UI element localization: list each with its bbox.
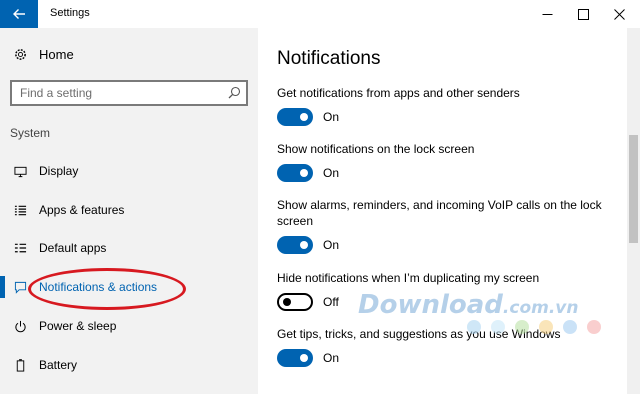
notification-icon — [13, 280, 27, 294]
battery-icon — [13, 358, 27, 372]
watermark-dots — [467, 320, 611, 334]
list-icon — [13, 203, 27, 217]
setting-lock-screen-notifications: Show notifications on the lock screen On — [277, 141, 617, 183]
back-button[interactable] — [0, 0, 38, 28]
watermark-dot — [467, 320, 481, 334]
watermark-dot — [515, 320, 529, 334]
sidebar-item-label: Default apps — [39, 241, 107, 255]
toggle-knob — [300, 113, 308, 121]
back-arrow-icon — [13, 9, 25, 19]
sidebar-item-display[interactable]: Display — [0, 154, 258, 188]
sidebar-item-power-sleep[interactable]: Power & sleep — [0, 309, 258, 343]
section-title: System — [10, 126, 51, 140]
watermark-brand: Download — [358, 290, 503, 320]
selection-indicator — [0, 276, 5, 298]
toggle-knob — [300, 169, 308, 177]
setting-label: Show notifications on the lock screen — [277, 142, 475, 156]
watermark-dot — [539, 320, 553, 334]
power-icon — [13, 319, 27, 333]
sidebar: Home System Display Apps & features Defa… — [0, 28, 258, 394]
setting-get-notifications: Get notifications from apps and other se… — [277, 85, 617, 127]
home-label: Home — [39, 47, 74, 62]
toggle-switch[interactable] — [277, 164, 313, 182]
sidebar-item-label: Display — [39, 164, 79, 178]
setting-alarms-reminders-voip: Show alarms, reminders, and incoming VoI… — [277, 197, 617, 255]
maximize-icon — [577, 8, 589, 20]
toggle-state-label: On — [323, 351, 340, 365]
toggle-knob — [283, 298, 291, 306]
sidebar-item-label: Apps & features — [39, 203, 125, 217]
toggle-state-label: On — [323, 166, 340, 180]
title-bar: Settings — [0, 0, 640, 28]
close-icon — [613, 8, 625, 20]
monitor-icon — [13, 164, 27, 178]
close-button[interactable] — [598, 0, 640, 28]
watermark-dot — [563, 320, 577, 334]
sidebar-item-battery[interactable]: Battery — [0, 348, 258, 382]
toggle-state-label: On — [323, 238, 340, 252]
sidebar-item-apps-features[interactable]: Apps & features — [0, 193, 258, 227]
vertical-scrollbar[interactable] — [627, 28, 640, 394]
setting-label: Show alarms, reminders, and incoming VoI… — [277, 198, 602, 228]
sidebar-item-label: Power & sleep — [39, 319, 117, 333]
search-input[interactable] — [12, 82, 212, 104]
page-title: Notifications — [277, 48, 381, 69]
sidebar-item-default-apps[interactable]: Default apps — [0, 231, 258, 265]
watermark-suffix: .com.vn — [502, 298, 579, 318]
watermark-logo: Download.com.vn — [358, 290, 578, 320]
toggle-switch[interactable] — [277, 236, 313, 254]
search-icon[interactable] — [228, 86, 241, 99]
setting-label: Hide notifications when I’m duplicating … — [277, 271, 540, 285]
toggle-switch[interactable] — [277, 293, 313, 311]
toggle-knob — [300, 241, 308, 249]
toggle-switch[interactable] — [277, 349, 313, 367]
toggle-switch[interactable] — [277, 108, 313, 126]
search-box[interactable] — [10, 80, 248, 106]
toggle-knob — [300, 354, 308, 362]
app-title: Settings — [50, 7, 90, 19]
toggle-state-label: On — [323, 110, 340, 124]
highlight-ellipse — [28, 268, 186, 310]
minimize-icon — [542, 13, 552, 15]
sidebar-item-label: Battery — [39, 358, 78, 372]
toggle-state-label: Off — [323, 295, 339, 309]
default-apps-icon — [13, 241, 27, 255]
watermark-dot — [491, 320, 505, 334]
setting-label: Get notifications from apps and other se… — [277, 86, 520, 100]
scrollbar-thumb[interactable] — [629, 135, 638, 243]
gear-icon — [13, 48, 27, 62]
watermark-dot — [587, 320, 601, 334]
home-nav-item[interactable]: Home — [13, 47, 74, 62]
